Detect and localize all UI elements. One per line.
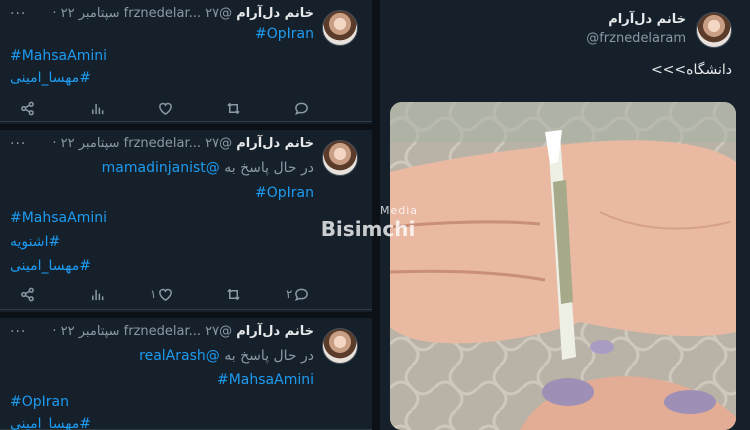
avatar[interactable]	[322, 140, 358, 176]
reply-icon	[295, 288, 309, 301]
views-icon	[92, 289, 104, 300]
more-options-icon[interactable]: ···	[10, 6, 26, 22]
reply-to-mention[interactable]: @mamadinjanist	[102, 160, 220, 176]
author-name[interactable]: خانم دل‌آرام	[236, 6, 314, 21]
reply-button[interactable]	[294, 98, 311, 118]
hashtag-link[interactable]: #مهسا_امینی	[10, 258, 91, 274]
tweet-header: خانم دل‌آرام @frznedelar... ۲۷ سپتامبر ۲…	[52, 136, 314, 151]
reply-to-label: در حال پاسخ به	[224, 348, 314, 364]
avatar[interactable]	[322, 10, 358, 46]
more-options-icon[interactable]: ···	[10, 324, 26, 340]
retweet-icon	[227, 288, 240, 300]
hashtag-link[interactable]: #OpIran	[255, 26, 314, 42]
reply-to-label: در حال پاسخ به	[224, 160, 314, 176]
tweet-photo[interactable]	[390, 102, 736, 430]
hashtag-link[interactable]: #اشنویه	[10, 234, 60, 250]
like-button[interactable]: ۱	[150, 284, 173, 304]
like-icon	[159, 288, 173, 301]
share-icon	[21, 287, 34, 301]
hashtag-link[interactable]: #MahsaAmini	[217, 372, 314, 388]
retweet-icon	[227, 102, 240, 114]
hashtag-link[interactable]: #مهسا_امینی	[10, 70, 91, 86]
hashtag-link[interactable]: #MahsaAmini	[10, 48, 107, 64]
photo-illustration	[390, 102, 736, 430]
author-name[interactable]: خانم دل‌آرام	[236, 136, 314, 151]
tweet-header: خانم دل‌آرام @frznedelar... ۲۷ سپتامبر ۲…	[52, 324, 314, 339]
avatar[interactable]	[696, 12, 732, 48]
tweet-card[interactable]: ··· خانم دل‌آرام @frznedelar... ۲۷ سپتام…	[0, 312, 372, 430]
tweet-card[interactable]: ··· خانم دل‌آرام @frznedelar... ۲۷ سپتام…	[0, 0, 372, 122]
hashtag-link[interactable]: #مهسا_امینی	[10, 416, 91, 430]
more-options-icon[interactable]: ···	[10, 136, 26, 152]
reply-icon	[295, 102, 308, 115]
views-button[interactable]	[90, 98, 107, 118]
left-feed: ··· خانم دل‌آرام @frznedelar... ۲۷ سپتام…	[0, 0, 372, 430]
likes-count: ۱	[150, 287, 157, 301]
share-button[interactable]	[20, 284, 35, 304]
avatar[interactable]	[322, 328, 358, 364]
views-icon	[92, 103, 104, 114]
hashtag-link[interactable]: #MahsaAmini	[10, 210, 107, 226]
like-button[interactable]	[158, 98, 175, 118]
author-name[interactable]: خانم دل‌آرام	[236, 324, 314, 339]
retweet-button[interactable]	[226, 98, 243, 118]
author-name[interactable]: خانم دل‌آرام	[608, 12, 686, 27]
share-icon	[21, 101, 34, 115]
tweet-header: خانم دل‌آرام @frznedelar... ۲۷ سپتامبر ۲…	[52, 6, 314, 21]
views-button[interactable]	[90, 284, 107, 304]
reply-to-mention[interactable]: @realArash	[139, 348, 220, 364]
action-bar: ۱ ۲	[0, 284, 372, 304]
author-handle[interactable]: @frznedelaram	[586, 31, 686, 46]
hashtag-link[interactable]: #OpIran	[10, 394, 69, 410]
like-icon	[159, 102, 172, 115]
tweet-card[interactable]: ··· خانم دل‌آرام @frznedelar... ۲۷ سپتام…	[0, 124, 372, 310]
reply-context: در حال پاسخ به @mamadinjanist	[102, 160, 314, 176]
tweet-detail: خانم دل‌آرام @frznedelaram دانشگاه>>>	[380, 0, 750, 430]
share-button[interactable]	[20, 98, 35, 118]
reply-context: در حال پاسخ به @realArash	[139, 348, 314, 364]
tweet-text: دانشگاه>>>	[650, 62, 732, 78]
retweet-button[interactable]	[226, 284, 243, 304]
reply-button[interactable]: ۲	[286, 284, 309, 304]
column-divider	[372, 0, 380, 430]
action-bar	[0, 98, 372, 118]
replies-count: ۲	[286, 287, 293, 301]
hashtag-link[interactable]: #OpIran	[255, 185, 314, 201]
